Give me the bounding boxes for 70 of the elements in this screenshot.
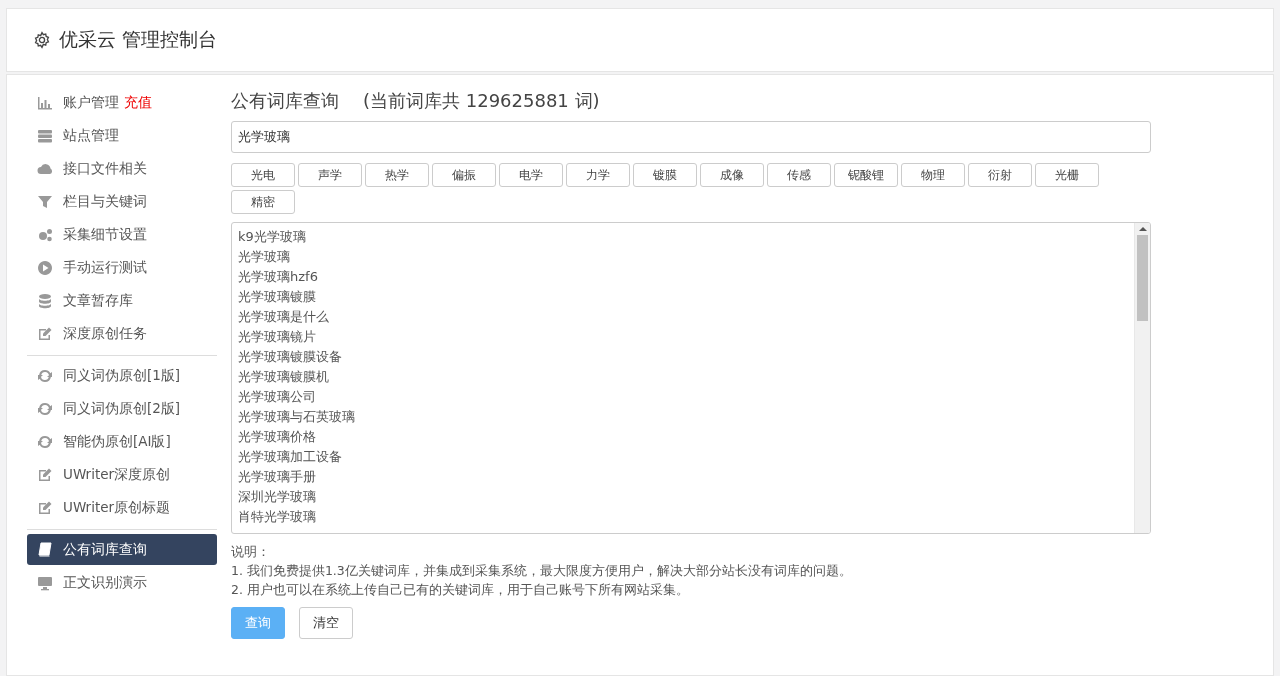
result-item[interactable]: 深圳光学玻璃 xyxy=(238,487,1128,507)
result-item[interactable]: 光学玻璃镜片 xyxy=(238,327,1128,347)
play-icon xyxy=(37,259,53,276)
app-title: 优采云 管理控制台 xyxy=(59,27,218,52)
keyword-tag[interactable]: 光电 xyxy=(231,163,295,187)
result-item[interactable]: 光学玻璃镀膜机 xyxy=(238,367,1128,387)
page-title: 公有词库查询 xyxy=(231,89,339,113)
note-text: 1. 我们免费提供1.3亿关键词库，并集成到采集系统，最大限度方便用户，解决大部分站长没有词库的问题。 xyxy=(231,562,853,580)
keyword-tag[interactable]: 声学 xyxy=(298,163,362,187)
refresh-icon xyxy=(37,367,53,384)
keyword-tag[interactable]: 传感 xyxy=(767,163,831,187)
bar-chart-icon xyxy=(37,94,53,111)
sidebar-item[interactable]: 站点管理 xyxy=(27,120,217,151)
server-icon xyxy=(37,127,53,144)
sidebar-item[interactable]: 正文识别演示 xyxy=(27,567,217,598)
result-item[interactable]: 光学玻璃与石英玻璃 xyxy=(238,407,1128,427)
keyword-tag[interactable]: 镀膜 xyxy=(633,163,697,187)
notes-heading: 说明： xyxy=(231,543,271,561)
result-list[interactable]: k9光学玻璃 光学玻璃 光学玻璃hzf6 光学玻璃镀膜 光学玻璃是什么 光学玻璃镜片 光学玻璃镀膜设备 光学玻璃镀膜机 光学玻璃公司 光学玻璃与石英玻璃 光学玻璃价格 光学玻璃加工设备 光学玻璃手册 深圳光学玻璃 肖特光学玻璃 xyxy=(231,222,1151,534)
sidebar-item[interactable]: 账户管理 充值 xyxy=(27,87,217,118)
edit-icon xyxy=(37,325,53,342)
item-label: 账户管理 xyxy=(63,93,119,112)
keyword-tag[interactable]: 衍射 xyxy=(968,163,1032,187)
keyword-tag[interactable]: 物理 xyxy=(901,163,965,187)
sidebar-item[interactable]: UWriter原创标题 xyxy=(27,492,217,523)
sidebar-item[interactable]: 文章暂存库 xyxy=(27,285,217,316)
refresh-icon xyxy=(37,400,53,417)
sidebar-item[interactable]: 智能伪原创[AI版] xyxy=(27,426,217,457)
keyword-tag[interactable]: 力学 xyxy=(566,163,630,187)
result-item[interactable]: k9光学玻璃 xyxy=(238,227,1128,247)
edit-icon xyxy=(37,499,53,516)
result-item[interactable]: 光学玻璃镀膜设备 xyxy=(238,347,1128,367)
result-item[interactable]: 光学玻璃 xyxy=(238,247,1128,267)
result-item[interactable]: 光学玻璃hzf6 xyxy=(238,267,1128,287)
keyword-tag[interactable]: 铌酸锂 xyxy=(834,163,898,187)
result-item[interactable]: 光学玻璃价格 xyxy=(238,427,1128,447)
sidebar-item[interactable]: 接口文件相关 xyxy=(27,153,217,184)
keyword-tag[interactable]: 光栅 xyxy=(1035,163,1099,187)
keyword-tag[interactable]: 精密 xyxy=(231,190,295,214)
result-item[interactable]: 光学玻璃加工设备 xyxy=(238,447,1128,467)
database-icon xyxy=(37,292,53,309)
result-item[interactable]: 肖特光学玻璃 xyxy=(238,507,1128,527)
clear-button[interactable]: 清空 xyxy=(299,607,353,639)
keyword-tag[interactable]: 电学 xyxy=(499,163,563,187)
recharge-link[interactable]: 充值 xyxy=(124,93,152,112)
result-item[interactable]: 光学玻璃是什么 xyxy=(238,307,1128,327)
word-count: (当前词库共 129625881 词) xyxy=(363,89,600,113)
filter-icon xyxy=(37,193,53,210)
monitor-icon xyxy=(37,574,53,591)
result-item[interactable]: 光学玻璃公司 xyxy=(238,387,1128,407)
sidebar-item[interactable]: UWriter深度原创 xyxy=(27,459,217,490)
sidebar-item[interactable]: 栏目与关键词 xyxy=(27,186,217,217)
sidebar-item[interactable]: 深度原创任务 xyxy=(27,318,217,349)
keyword-tag[interactable]: 热学 xyxy=(365,163,429,187)
settings-icon xyxy=(33,31,51,49)
scrollbar[interactable] xyxy=(1134,223,1150,533)
refresh-icon xyxy=(37,433,53,450)
search-field[interactable]: 光学玻璃 xyxy=(231,121,1151,153)
sidebar-item[interactable]: 采集细节设置 xyxy=(27,219,217,250)
result-item[interactable]: 光学玻璃手册 xyxy=(238,467,1128,487)
edit-icon xyxy=(37,466,53,483)
result-item[interactable]: 光学玻璃镀膜 xyxy=(238,287,1128,307)
sidebar-item[interactable]: 公有词库查询 xyxy=(27,534,217,565)
keyword-tag[interactable]: 偏振 xyxy=(432,163,496,187)
sidebar-item[interactable]: 同义词伪原创[1版] xyxy=(27,360,217,391)
book-icon xyxy=(37,541,53,558)
sidebar-item[interactable]: 手动运行测试 xyxy=(27,252,217,283)
keyword-tag[interactable]: 成像 xyxy=(700,163,764,187)
sidebar-item[interactable]: 同义词伪原创[2版] xyxy=(27,393,217,424)
note-text: 2. 用户也可以在系统上传自己已有的关键词库，用于自己账号下所有网站采集。 xyxy=(231,581,690,599)
